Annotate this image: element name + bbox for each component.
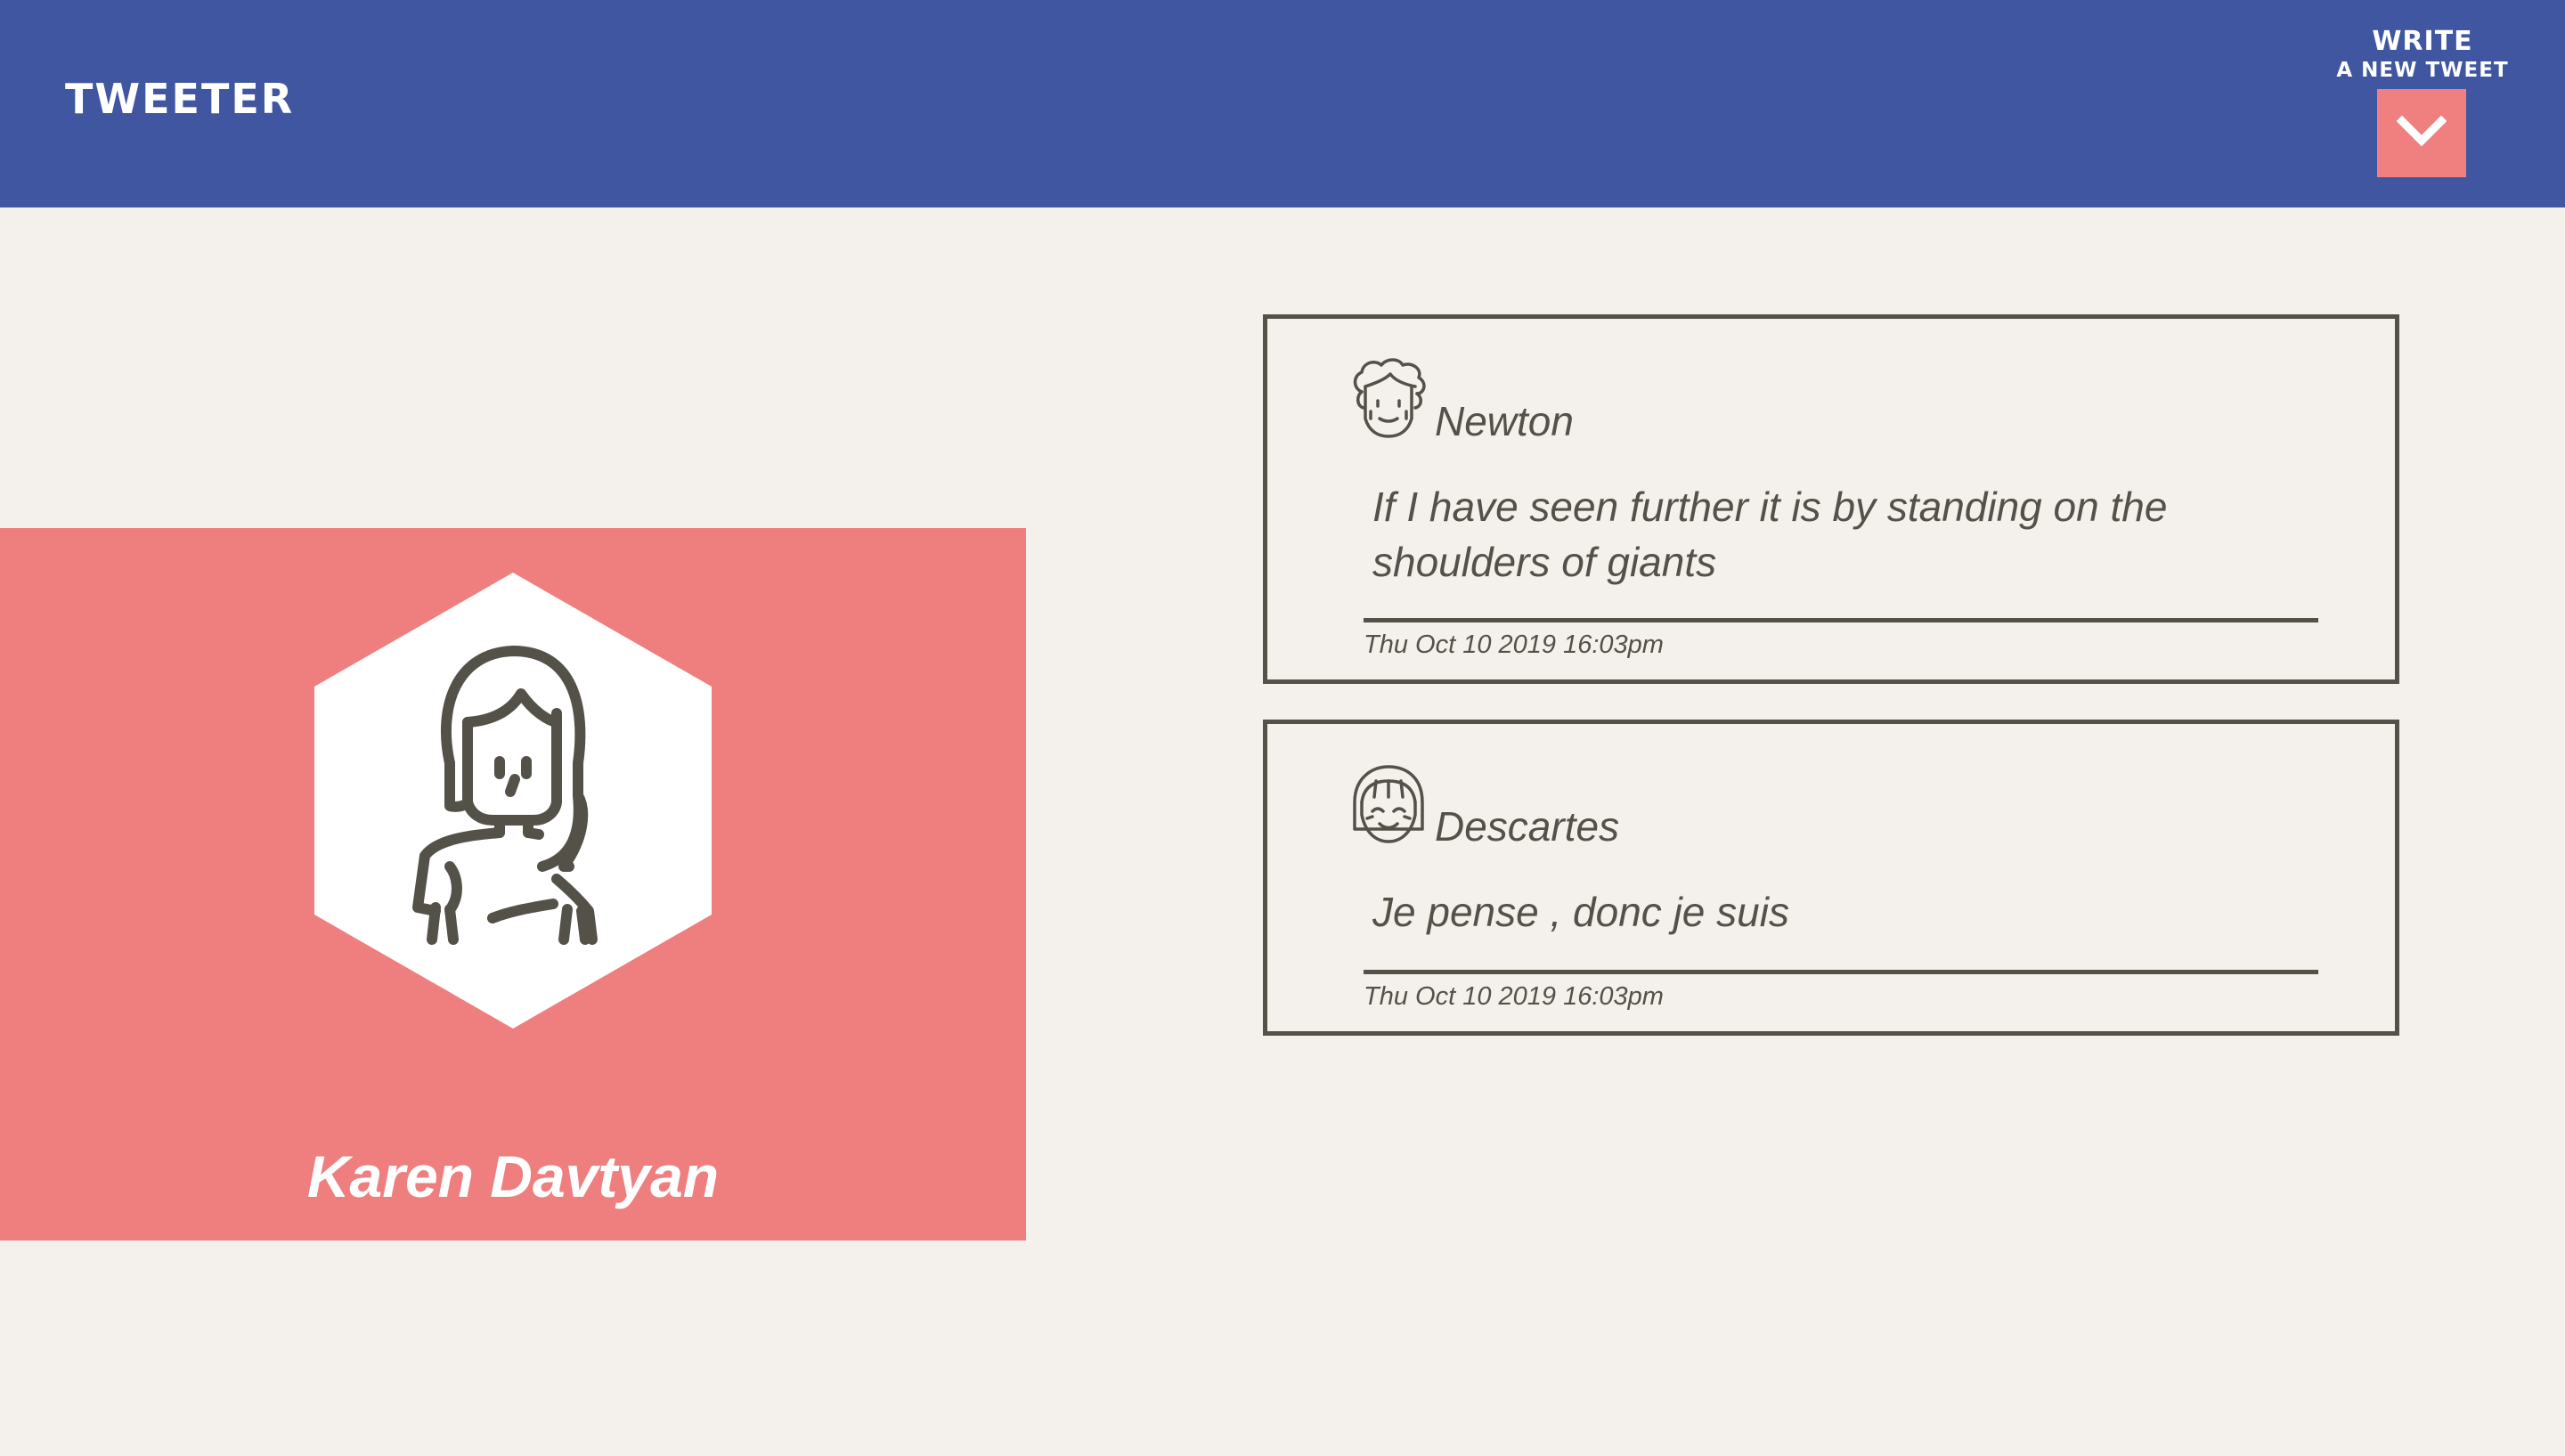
tweet-author[interactable]: Descartes bbox=[1435, 802, 1619, 850]
woman-avatar-icon bbox=[314, 573, 712, 1029]
tweet-card: Descartes Je pense , donc je suis Thu Oc… bbox=[1263, 720, 2399, 1036]
tweet-timestamp: Thu Oct 10 2019 16:03pm bbox=[1364, 982, 1664, 1011]
top-nav: Tweeter Write a new tweet bbox=[0, 0, 2565, 207]
tweet-card: Newton If I have seen further it is by s… bbox=[1263, 314, 2399, 684]
chevron-down-icon bbox=[2397, 115, 2447, 147]
tweet-text: Je pense , donc je suis bbox=[1372, 889, 1789, 935]
profile-name: Karen Davtyan bbox=[306, 1143, 720, 1209]
profile-card: Karen Davtyan bbox=[0, 528, 1026, 1240]
compose-toggle-button[interactable] bbox=[2377, 89, 2466, 177]
bangs-face-icon bbox=[1353, 765, 1424, 843]
curly-hair-face-icon bbox=[1353, 358, 1426, 438]
compose-label-line1: Write bbox=[2372, 26, 2473, 57]
compose-tweet-toggle[interactable]: Write a new tweet bbox=[2335, 27, 2510, 178]
tweet-text: If I have seen further it is by standing… bbox=[1372, 484, 2168, 585]
brand-logo[interactable]: Tweeter bbox=[65, 75, 294, 123]
tweet-divider bbox=[1364, 618, 2318, 622]
tweet-timestamp: Thu Oct 10 2019 16:03pm bbox=[1364, 630, 1664, 659]
tweet-divider bbox=[1364, 970, 2318, 974]
tweet-author[interactable]: Newton bbox=[1435, 397, 1574, 445]
compose-label-line2: a new tweet bbox=[2336, 59, 2509, 82]
